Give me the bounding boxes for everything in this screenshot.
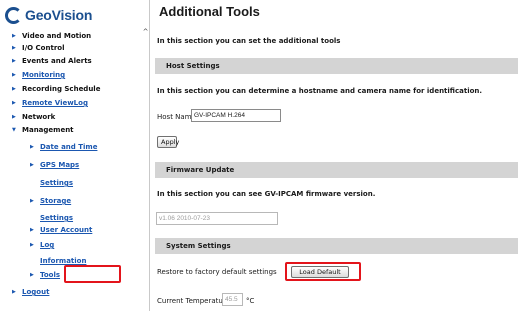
sidebar-item-events-and-alerts[interactable]: ▶ Events and Alerts — [12, 56, 92, 66]
arrow-right-icon: ▶ — [12, 100, 16, 106]
arrow-right-icon: ▶ — [30, 242, 34, 248]
restore-factory-label: Restore to factory default settings — [157, 268, 277, 276]
sidebar-item-management[interactable]: ▼ Management — [12, 125, 74, 135]
sidebar-item-date-and-time[interactable]: ▶ Date and Time — [30, 142, 97, 152]
host-settings-description: In this section you can determine a host… — [157, 87, 483, 95]
load-default-highlight-box — [285, 262, 361, 281]
arrow-right-icon: ▶ — [12, 114, 16, 120]
sidebar-item-io-control[interactable]: ▶ I/O Control — [12, 43, 65, 53]
temperature-unit: °C — [246, 297, 255, 305]
arrow-right-icon: ▶ — [30, 162, 34, 168]
firmware-description: In this section you can see GV-IPCAM fir… — [157, 190, 376, 198]
arrow-right-icon: ▶ — [30, 198, 34, 204]
sidebar-item-monitoring[interactable]: ▶ Monitoring — [12, 70, 65, 80]
sidebar-item-gps-maps-settings[interactable]: Settings — [40, 178, 73, 188]
sidebar-item-gps-maps[interactable]: ▶ GPS Maps — [30, 160, 79, 170]
system-settings-header: System Settings — [155, 238, 518, 254]
temperature-field — [222, 293, 243, 306]
scroll-up-icon[interactable]: ^ — [142, 27, 149, 38]
arrow-right-icon: ▶ — [12, 289, 16, 295]
arrow-right-icon: ▶ — [30, 227, 34, 233]
geovision-logo-icon — [5, 6, 22, 24]
sidebar: GeoVision ^ ▶ Video and Motion ▶ I/O Contr… — [0, 0, 150, 311]
geovision-logo: GeoVision — [5, 5, 143, 25]
tools-highlight-box — [64, 265, 121, 283]
arrow-right-icon: ▶ — [30, 144, 34, 150]
sidebar-item-recording-schedule[interactable]: ▶ Recording Schedule — [12, 84, 100, 94]
arrow-down-icon: ▼ — [12, 127, 16, 133]
sidebar-item-storage-settings[interactable]: Settings — [40, 213, 73, 223]
current-temperature-label: Current Temperature: — [157, 297, 233, 305]
firmware-update-header: Firmware Update — [155, 162, 518, 178]
sidebar-item-logout[interactable]: ▶ Logout — [12, 287, 49, 297]
main-content: Additional Tools In this section you can… — [151, 0, 518, 311]
arrow-right-icon: ▶ — [12, 86, 16, 92]
brand-name: GeoVision — [25, 7, 93, 23]
sidebar-item-video-and-motion[interactable]: ▶ Video and Motion — [12, 31, 91, 41]
arrow-right-icon: ▶ — [12, 72, 16, 78]
host-name-label: Host Name — [157, 113, 196, 121]
sidebar-item-log[interactable]: ▶ Log — [30, 240, 54, 250]
intro-text: In this section you can set the addition… — [157, 37, 341, 45]
host-name-input[interactable] — [191, 109, 281, 122]
apply-button[interactable]: Apply — [157, 136, 179, 148]
sidebar-item-storage[interactable]: ▶ Storage — [30, 196, 71, 206]
arrow-right-icon: ▶ — [12, 58, 16, 64]
arrow-right-icon: ▶ — [12, 45, 16, 51]
sidebar-item-user-account[interactable]: ▶ User Account — [30, 225, 92, 235]
sidebar-item-remote-viewlog[interactable]: ▶ Remote ViewLog — [12, 98, 88, 108]
page-title: Additional Tools — [159, 4, 260, 19]
host-settings-header: Host Settings — [155, 58, 518, 74]
arrow-right-icon: ▶ — [30, 272, 34, 278]
firmware-version-field — [156, 212, 278, 225]
arrow-right-icon: ▶ — [12, 33, 16, 39]
sidebar-item-tools[interactable]: ▶ Tools — [30, 270, 60, 280]
sidebar-item-network[interactable]: ▶ Network — [12, 112, 55, 122]
